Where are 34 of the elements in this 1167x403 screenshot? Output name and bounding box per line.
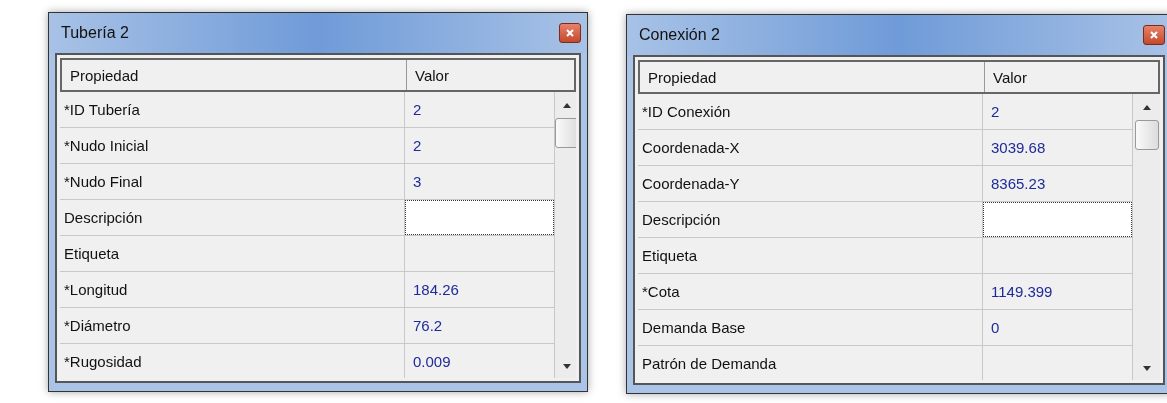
close-icon (1149, 30, 1159, 40)
property-cell: Coordenada-Y (638, 166, 983, 201)
property-cell: Etiqueta (60, 236, 405, 271)
value-field[interactable] (405, 200, 554, 235)
scroll-up-icon[interactable] (1141, 104, 1152, 110)
property-cell: *Longitud (60, 272, 405, 307)
column-header[interactable]: Valor (985, 62, 1158, 92)
property-cell: Etiqueta (638, 238, 983, 273)
property-cell: *Nudo Inicial (60, 128, 405, 163)
property-cell: *Cota (638, 274, 983, 309)
scrollbar[interactable] (1133, 94, 1160, 380)
property-cell: *ID Tubería (60, 92, 405, 127)
scroll-thumb[interactable] (1134, 120, 1159, 150)
property-cell: Demanda Base (638, 310, 983, 345)
close-icon (565, 28, 575, 38)
scroll-down-icon[interactable] (562, 364, 572, 370)
scroll-thumb[interactable] (555, 118, 576, 148)
scroll-down-icon[interactable] (1141, 366, 1152, 372)
column-header[interactable]: Propiedad (640, 62, 985, 92)
value-field[interactable] (983, 202, 1132, 237)
property-cell: *Rugosidad (60, 344, 405, 378)
property-cell: Coordenada-X (638, 130, 983, 165)
window-title: Conexión 2 (639, 26, 720, 44)
window-title: Tubería 2 (61, 24, 129, 42)
property-cell: Patrón de Demanda (638, 346, 983, 380)
property-cell: *ID Conexión (638, 94, 983, 129)
property-cell: *Diámetro (60, 308, 405, 343)
column-header[interactable]: Valor (407, 60, 574, 90)
close-button[interactable] (559, 23, 581, 43)
column-header[interactable]: Propiedad (62, 60, 407, 90)
scrollbar[interactable] (555, 92, 576, 378)
property-cell: *Nudo Final (60, 164, 405, 199)
scroll-up-icon[interactable] (562, 102, 572, 108)
close-button[interactable] (1143, 25, 1165, 45)
